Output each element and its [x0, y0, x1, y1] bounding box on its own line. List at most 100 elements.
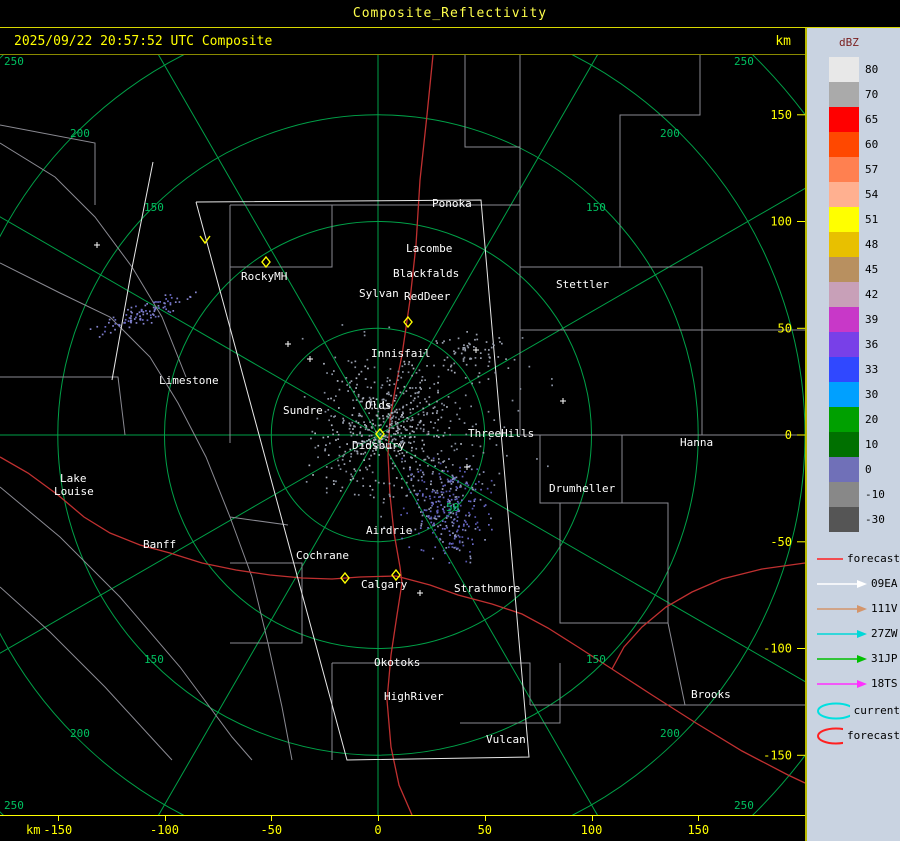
palette-row: 33	[829, 357, 900, 382]
bottom-axis-label: 150	[687, 823, 710, 837]
window-title: Composite_Reflectivity	[352, 6, 548, 21]
track-legend-row: 18TS	[815, 671, 900, 696]
palette-value: 48	[865, 238, 879, 251]
city-label: Innisfail	[371, 347, 431, 360]
radar-coverage-outline	[111, 161, 154, 381]
bottom-axis-label: -150	[43, 823, 73, 837]
echo-cluster	[308, 358, 462, 500]
bottom-axis-tick	[591, 816, 593, 821]
bottom-axis-tick	[484, 816, 486, 821]
city-label: Stettler	[556, 278, 609, 291]
palette-swatch	[829, 382, 859, 407]
aircraft-plus-icon	[464, 464, 470, 470]
bottom-axis-tick	[698, 816, 700, 821]
range-radial-line	[0, 216, 379, 436]
track-legend-row: 27ZW	[815, 621, 900, 646]
window-titlebar: Composite_Reflectivity	[0, 0, 900, 28]
right-axis-label: -50	[770, 535, 792, 549]
palette-value: 10	[865, 438, 879, 451]
right-axis-label: -100	[763, 642, 792, 656]
palette-swatch	[829, 432, 859, 457]
palette-value: 45	[865, 263, 879, 276]
city-label: Calgary	[361, 578, 408, 591]
palette-swatch	[829, 82, 859, 107]
palette-value: 54	[865, 188, 879, 201]
palette-row: 65	[829, 107, 900, 132]
track-legend-row: 09EA	[815, 571, 900, 596]
range-label: 150	[144, 653, 164, 666]
palette-row: 57	[829, 157, 900, 182]
right-axis-unit: km	[775, 34, 791, 49]
bottom-axis-label: 0	[374, 823, 382, 837]
palette-value: 80	[865, 63, 879, 76]
bottom-axis-tick	[378, 816, 379, 821]
area-ellipse-icon	[817, 702, 850, 719]
radar-coverage-outline	[195, 199, 530, 761]
range-label: 250	[4, 55, 24, 68]
palette-swatch	[829, 457, 859, 482]
aircraft-plus-icon	[307, 356, 313, 362]
area-legend-row: forecast	[815, 723, 900, 748]
palette-row: 60	[829, 132, 900, 157]
city-label: Cochrane	[296, 549, 349, 562]
track-arrow-icon	[817, 557, 844, 560]
city-label: Banff	[143, 538, 176, 551]
city-label: Lacombe	[406, 242, 452, 255]
range-label: 150	[586, 653, 606, 666]
city-label: Limestone	[159, 374, 219, 387]
radar-site-diamond-icon	[403, 315, 413, 329]
radar-map-svg[interactable]: 250 200 150 250 200 150 150 200 250 50 150 200 250 Po…	[0, 55, 805, 815]
city-label: ThreeHills	[468, 427, 534, 440]
palette-swatch	[829, 257, 859, 282]
range-label: 250	[734, 55, 754, 68]
highway-line	[395, 575, 805, 784]
track-legend-row: forecast	[815, 546, 900, 571]
track-legend-row: 111V	[815, 596, 900, 621]
timestamp-label: 2025/09/22 20:57:52 UTC Composite	[14, 34, 273, 49]
palette-value: 57	[865, 163, 879, 176]
range-label: 150	[144, 201, 164, 214]
county-boundary-line	[230, 205, 333, 268]
range-label: 200	[70, 127, 90, 140]
palette-value: 39	[865, 313, 879, 326]
palette-row: 30	[829, 382, 900, 407]
range-label: 200	[70, 727, 90, 740]
city-label: Didsbury	[352, 439, 405, 452]
city-label: Hanna	[680, 436, 713, 449]
bottom-axis-unit: km	[26, 823, 41, 837]
bottom-axis-label: -100	[150, 823, 179, 837]
palette-swatch	[829, 482, 859, 507]
aircraft-plus-icon	[285, 341, 291, 347]
palette-swatch	[829, 207, 859, 232]
track-arrow-icon	[817, 654, 867, 663]
city-label: Drumheller	[549, 482, 616, 495]
palette-value: 42	[865, 288, 879, 301]
range-label: 200	[660, 127, 680, 140]
city-label: RedDeer	[404, 290, 451, 303]
palette-row: -30	[829, 507, 900, 532]
bottom-axis-label: 50	[477, 823, 493, 837]
palette-row: 36	[829, 332, 900, 357]
track-legend-label: forecast	[847, 552, 900, 565]
radar-display[interactable]: 250 200 150 250 200 150 150 200 250 50 150 200 250 Po…	[0, 55, 805, 815]
range-label: 150	[586, 201, 606, 214]
palette-value: 33	[865, 363, 879, 376]
city-label: Blackfalds	[393, 267, 459, 280]
app-root: { "window": { "title": "Composite_Reflec…	[0, 0, 900, 841]
palette-swatch	[829, 132, 859, 157]
right-axis-label: 150	[770, 108, 792, 122]
palette-swatch	[829, 407, 859, 432]
palette-swatch	[829, 157, 859, 182]
city-label: Sylvan	[359, 287, 399, 300]
palette-row: 51	[829, 207, 900, 232]
track-legend-label: 18TS	[871, 677, 898, 690]
right-axis-label: 50	[778, 321, 792, 335]
track-arrow-icon	[817, 579, 867, 588]
palette-value: 36	[865, 338, 879, 351]
palette-row: 54	[829, 182, 900, 207]
range-radial-line	[158, 434, 379, 815]
city-label: Airdrie	[366, 524, 412, 537]
palette-swatch	[829, 57, 859, 82]
palette-swatch	[829, 507, 859, 532]
county-boundary-line	[0, 142, 187, 378]
